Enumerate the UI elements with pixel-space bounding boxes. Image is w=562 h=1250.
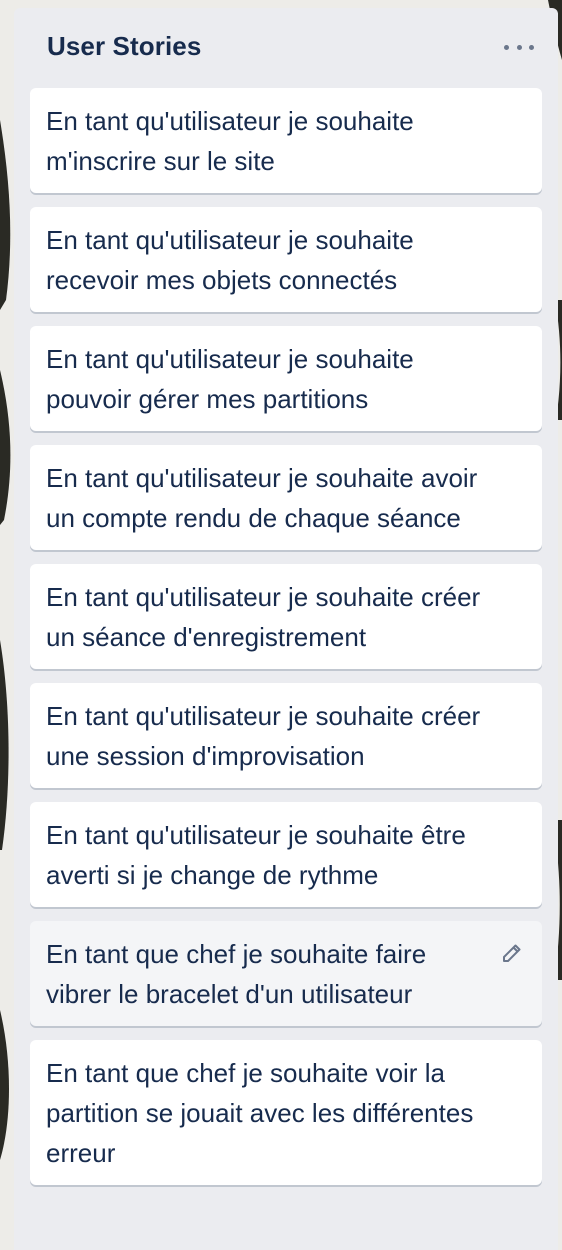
list-user-stories: User Stories En tant qu'utilisateur je s… [14,8,558,1250]
more-horizontal-icon [504,44,509,50]
menu-dot [516,44,522,50]
card-hovered[interactable]: En tant que chef je souhaite faire vibre… [30,921,542,1026]
card[interactable]: En tant qu'utilisateur je souhaite créer… [30,564,542,669]
list-header: User Stories [14,8,558,84]
card-title: En tant qu'utilisateur je souhaite être … [46,820,466,890]
card-title: En tant qu'utilisateur je souhaite créer… [46,582,481,652]
card-list: En tant qu'utilisateur je souhaite m'ins… [30,88,542,1199]
card[interactable]: En tant que chef je souhaite voir la par… [30,1040,542,1185]
card[interactable]: En tant qu'utilisateur je souhaite m'ins… [30,88,542,193]
menu-dot [529,44,534,50]
card[interactable]: En tant qu'utilisateur je souhaite être … [30,802,542,907]
card[interactable]: En tant qu'utilisateur je souhaite avoir… [30,445,542,550]
card[interactable]: En tant qu'utilisateur je souhaite créer… [30,683,542,788]
card-title: En tant que chef je souhaite voir la par… [46,1058,474,1168]
list-menu-button[interactable] [504,36,534,58]
card-title: En tant qu'utilisateur je souhaite m'ins… [46,106,414,176]
card-title: En tant qu'utilisateur je souhaite pouvo… [46,344,414,414]
card-title: En tant qu'utilisateur je souhaite avoir… [46,463,478,533]
card-title: En tant que chef je souhaite faire vibre… [46,939,427,1009]
pencil-icon[interactable] [500,941,524,965]
list-title[interactable]: User Stories [47,31,201,62]
card-title: En tant qu'utilisateur je souhaite créer… [46,701,481,771]
card[interactable]: En tant qu'utilisateur je souhaite recev… [30,207,542,312]
card-title: En tant qu'utilisateur je souhaite recev… [46,225,414,295]
card[interactable]: En tant qu'utilisateur je souhaite pouvo… [30,326,542,431]
